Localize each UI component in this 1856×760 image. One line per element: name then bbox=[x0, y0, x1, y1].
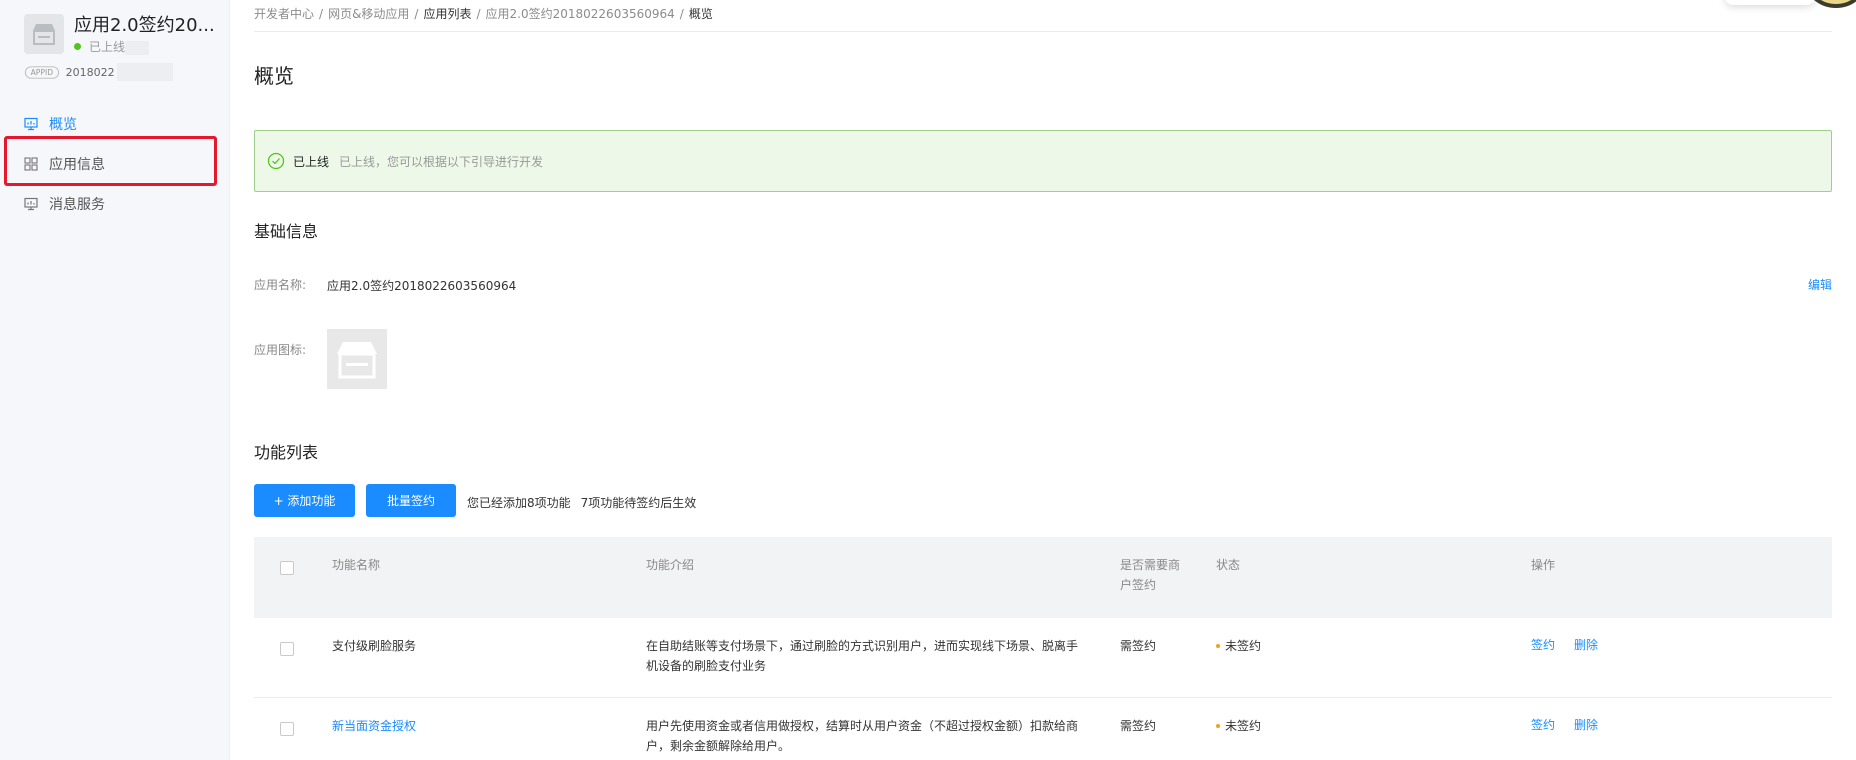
delete-link[interactable]: 删除 bbox=[1574, 636, 1598, 653]
need-sign-value: 需签约 bbox=[1120, 719, 1157, 733]
batch-sign-button[interactable]: 批量签约 bbox=[366, 484, 456, 517]
hint-added: 您已经添加8项功能 bbox=[467, 496, 571, 510]
popup-edge bbox=[1725, 0, 1815, 5]
appid-row: APPID 2018022 bbox=[24, 63, 173, 81]
col-need-sign-line: 户签约 bbox=[1120, 578, 1157, 592]
col-status: 状态 bbox=[1216, 558, 1241, 572]
page-title: 概览 bbox=[254, 64, 294, 88]
delete-link[interactable]: 删除 bbox=[1574, 716, 1598, 733]
breadcrumb-current: 概览 bbox=[688, 7, 713, 21]
sidebar-item-label: 消息服务 bbox=[49, 197, 105, 213]
col-name: 功能名称 bbox=[332, 558, 381, 572]
feature-desc: 在自助结账等支付场景下，通过刷脸的方式识别用户，进而实现线下场景、脱离手 机设备… bbox=[646, 636, 1078, 676]
feature-desc-line: 用户先使用资金或者信用做授权，结算时从用户资金（不超过授权金额）扣款给商 bbox=[646, 719, 1079, 733]
online-dot-icon bbox=[74, 43, 81, 50]
feature-name: 支付级刷脸服务 bbox=[332, 639, 417, 653]
monitor-icon bbox=[24, 117, 38, 131]
sidebar: 应用2.0签约20... 已上线 APPID 2018022 概览 应用信息 消… bbox=[0, 0, 230, 760]
feature-desc-line: 户，剩余金额解除给用户。 bbox=[646, 739, 791, 753]
pending-dot-icon bbox=[1216, 723, 1220, 728]
appid-badge: APPID bbox=[24, 65, 59, 79]
features-hint: 您已经添加8项功能 7项功能待签约后生效 bbox=[467, 494, 696, 511]
grid-icon bbox=[24, 157, 38, 171]
section-title-features: 功能列表 bbox=[254, 443, 319, 462]
alert-title: 已上线 bbox=[293, 154, 330, 169]
main-content: 开发者中心 / 网页&移动应用 / 应用列表 / 应用2.0签约20180226035609… bbox=[230, 0, 1856, 760]
sidebar-nav: 概览 应用信息 消息服务 bbox=[0, 104, 230, 224]
appid-value: 2018022 bbox=[65, 65, 115, 79]
status-badge: 未签约 bbox=[1216, 716, 1261, 736]
sidebar-item-app-info[interactable]: 应用信息 bbox=[0, 144, 230, 184]
app-status-text: 已上线 bbox=[89, 40, 126, 54]
col-ops: 操作 bbox=[1531, 558, 1556, 572]
breadcrumb-item[interactable]: 网页&移动应用 bbox=[328, 7, 409, 21]
status-text: 未签约 bbox=[1225, 639, 1262, 653]
sidebar-item-label: 概览 bbox=[49, 117, 77, 133]
feature-desc-line: 机设备的刷脸支付业务 bbox=[646, 659, 767, 673]
need-sign-value: 需签约 bbox=[1120, 639, 1157, 653]
message-monitor-icon bbox=[24, 197, 38, 211]
app-status: 已上线 bbox=[74, 38, 150, 56]
col-desc: 功能介绍 bbox=[646, 558, 695, 572]
app-icon-label: 应用图标: bbox=[254, 343, 307, 357]
sidebar-item-label: 应用信息 bbox=[49, 157, 105, 173]
pending-dot-icon bbox=[1216, 643, 1220, 648]
row-checkbox[interactable] bbox=[280, 722, 294, 736]
breadcrumb-item[interactable]: 应用2.0签约2018022603560964 bbox=[486, 7, 675, 21]
alert-description: 已上线，您可以根据以下引导进行开发 bbox=[339, 154, 544, 169]
feature-desc-line: 在自助结账等支付场景下，通过刷脸的方式识别用户，进而实现线下场景、脱离手 bbox=[646, 639, 1079, 653]
breadcrumb-item[interactable]: 应用列表 bbox=[423, 7, 471, 21]
add-feature-button[interactable]: + 添加功能 bbox=[254, 484, 355, 517]
col-need-sign: 是否需要商 户签约 bbox=[1120, 555, 1180, 595]
status-badge: 未签约 bbox=[1216, 636, 1261, 656]
sign-link[interactable]: 签约 bbox=[1531, 636, 1555, 653]
app-name-value: 应用2.0签约2018022603560964 bbox=[327, 279, 517, 293]
table-header: 功能名称 功能介绍 是否需要商 户签约 状态 操作 bbox=[254, 537, 1832, 618]
feature-name-link[interactable]: 新当面资金授权 bbox=[332, 716, 416, 736]
masked-text bbox=[125, 40, 150, 55]
status-text: 未签约 bbox=[1225, 719, 1262, 733]
app-name-label: 应用名称: bbox=[254, 278, 307, 292]
breadcrumb-item[interactable]: 开发者中心 bbox=[254, 7, 314, 21]
col-need-sign-line: 是否需要商 bbox=[1120, 558, 1181, 572]
status-alert: 已上线 已上线，您可以根据以下引导进行开发 bbox=[254, 130, 1832, 192]
sign-link[interactable]: 签约 bbox=[1531, 716, 1555, 733]
section-title-basic: 基础信息 bbox=[254, 222, 319, 241]
sidebar-item-overview[interactable]: 概览 bbox=[0, 104, 230, 144]
hint-pending: 7项功能待签约后生效 bbox=[580, 496, 697, 510]
breadcrumb: 开发者中心 / 网页&移动应用 / 应用列表 / 应用2.0签约20180226035609… bbox=[254, 7, 713, 21]
edit-link[interactable]: 编辑 bbox=[1808, 276, 1832, 293]
feature-desc: 用户先使用资金或者信用做授权，结算时从用户资金（不超过授权金额）扣款给商 户，剩… bbox=[646, 716, 1078, 756]
check-circle-icon bbox=[267, 152, 285, 170]
row-checkbox[interactable] bbox=[280, 642, 294, 656]
select-all-checkbox[interactable] bbox=[280, 561, 294, 575]
app-title: 应用2.0签约20... bbox=[74, 15, 215, 36]
masked-appid bbox=[116, 63, 173, 81]
table-row: 支付级刷脸服务 在自助结账等支付场景下，通过刷脸的方式识别用户，进而实现线下场景… bbox=[254, 618, 1832, 698]
table-row: 新当面资金授权 用户先使用资金或者信用做授权，结算时从用户资金（不超过授权金额）… bbox=[254, 698, 1832, 760]
store-icon bbox=[33, 24, 55, 45]
app-icon bbox=[327, 329, 387, 389]
features-table: 功能名称 功能介绍 是否需要商 户签约 状态 操作 支付级刷脸服务 在自助结账等… bbox=[254, 537, 1832, 760]
divider bbox=[254, 31, 1832, 32]
sidebar-item-message-service[interactable]: 消息服务 bbox=[0, 184, 230, 224]
store-icon bbox=[337, 342, 377, 379]
app-logo bbox=[24, 14, 64, 54]
